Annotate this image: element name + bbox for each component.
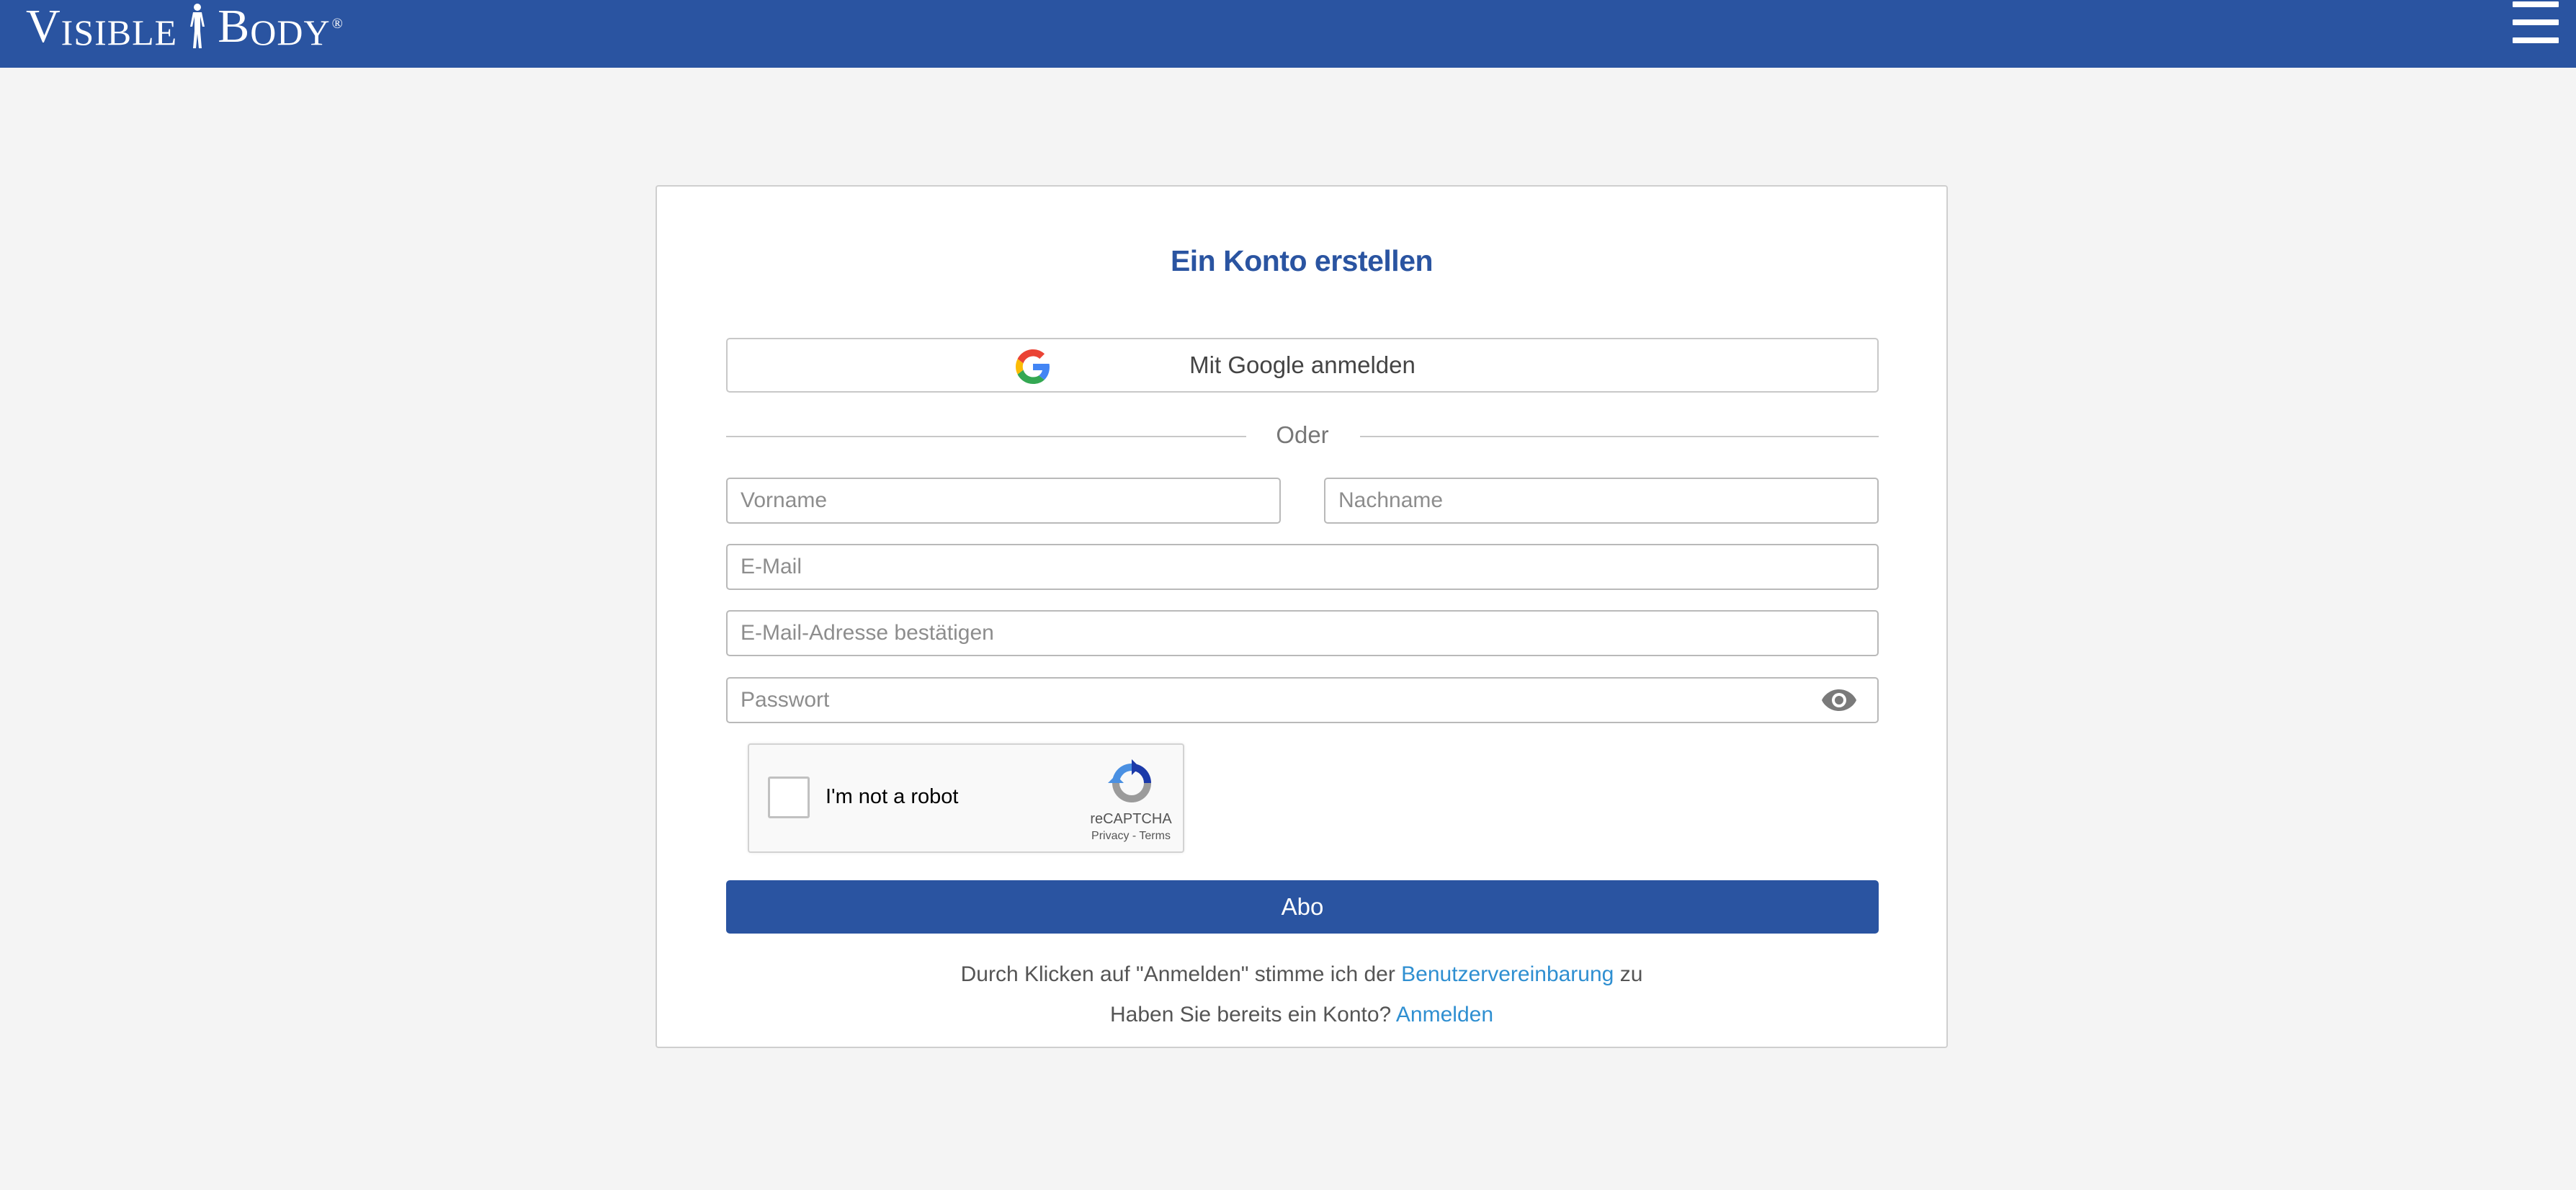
recaptcha-links: Privacy - Terms — [1037, 830, 1225, 843]
or-divider: Oder — [726, 414, 1879, 457]
last-name-field[interactable] — [1324, 478, 1879, 524]
page-title: Ein Konto erstellen — [1170, 244, 1434, 277]
terms-suffix: zu — [1614, 962, 1643, 986]
recaptcha-label: I'm not a robot — [826, 785, 959, 808]
subscribe-button[interactable]: Abo — [726, 880, 1879, 934]
logo-letters: ODY — [250, 12, 331, 53]
logo-word-body: B ODY — [218, 0, 331, 53]
login-link[interactable]: Anmelden — [1396, 1003, 1493, 1026]
email-field[interactable] — [726, 544, 1879, 590]
registered-mark: ® — [331, 16, 344, 32]
terms-prefix: Durch Klicken auf "Anmelden" stimme ich … — [960, 962, 1402, 986]
confirm-email-field[interactable] — [726, 610, 1879, 656]
eye-icon[interactable] — [1821, 688, 1857, 712]
user-agreement-link[interactable]: Benutzervereinbarung — [1401, 962, 1614, 986]
password-field[interactable] — [726, 677, 1879, 723]
recaptcha-checkbox[interactable] — [768, 777, 810, 818]
divider-line — [1360, 436, 1879, 437]
top-navigation-bar: V ISIBLE B ODY ® — [0, 0, 2576, 68]
human-figure-icon — [190, 4, 205, 48]
menu-bar — [2513, 1, 2559, 7]
login-prompt: Haben Sie bereits ein Konto? Anmelden — [657, 1003, 1946, 1027]
terms-text: Durch Klicken auf "Anmelden" stimme ich … — [657, 962, 1946, 987]
recaptcha-privacy-link[interactable]: Privacy — [1091, 830, 1129, 842]
logo-letters: ISIBLE — [61, 12, 178, 53]
recaptcha-brand: reCAPTCHA — [1090, 811, 1172, 827]
login-prefix: Haben Sie bereits ein Konto? — [1109, 1003, 1396, 1026]
recaptcha-terms-link[interactable]: Terms — [1139, 830, 1171, 842]
first-name-field[interactable] — [726, 478, 1281, 524]
menu-bar — [2513, 19, 2559, 25]
logo-letter: V — [26, 0, 61, 53]
divider-text: Oder — [1276, 421, 1329, 448]
logo-letter: B — [218, 0, 251, 53]
signup-card: Ein Konto erstellen Mit Google anmelden … — [656, 185, 1948, 1048]
recaptcha-icon — [1108, 759, 1151, 802]
visible-body-logo[interactable]: V ISIBLE B ODY ® — [26, 0, 344, 53]
recaptcha-widget: I'm not a robot reCAPTCHA Privacy - Term… — [748, 743, 1184, 853]
menu-bar — [2513, 37, 2559, 43]
google-signin-button[interactable]: Mit Google anmelden — [726, 338, 1879, 393]
recaptcha-separator: - — [1129, 830, 1140, 842]
google-signin-label: Mit Google anmelden — [1189, 352, 1416, 378]
hamburger-icon[interactable] — [2513, 0, 2559, 48]
google-g-icon — [1016, 349, 1050, 384]
logo-word-visible: V ISIBLE — [26, 0, 178, 53]
